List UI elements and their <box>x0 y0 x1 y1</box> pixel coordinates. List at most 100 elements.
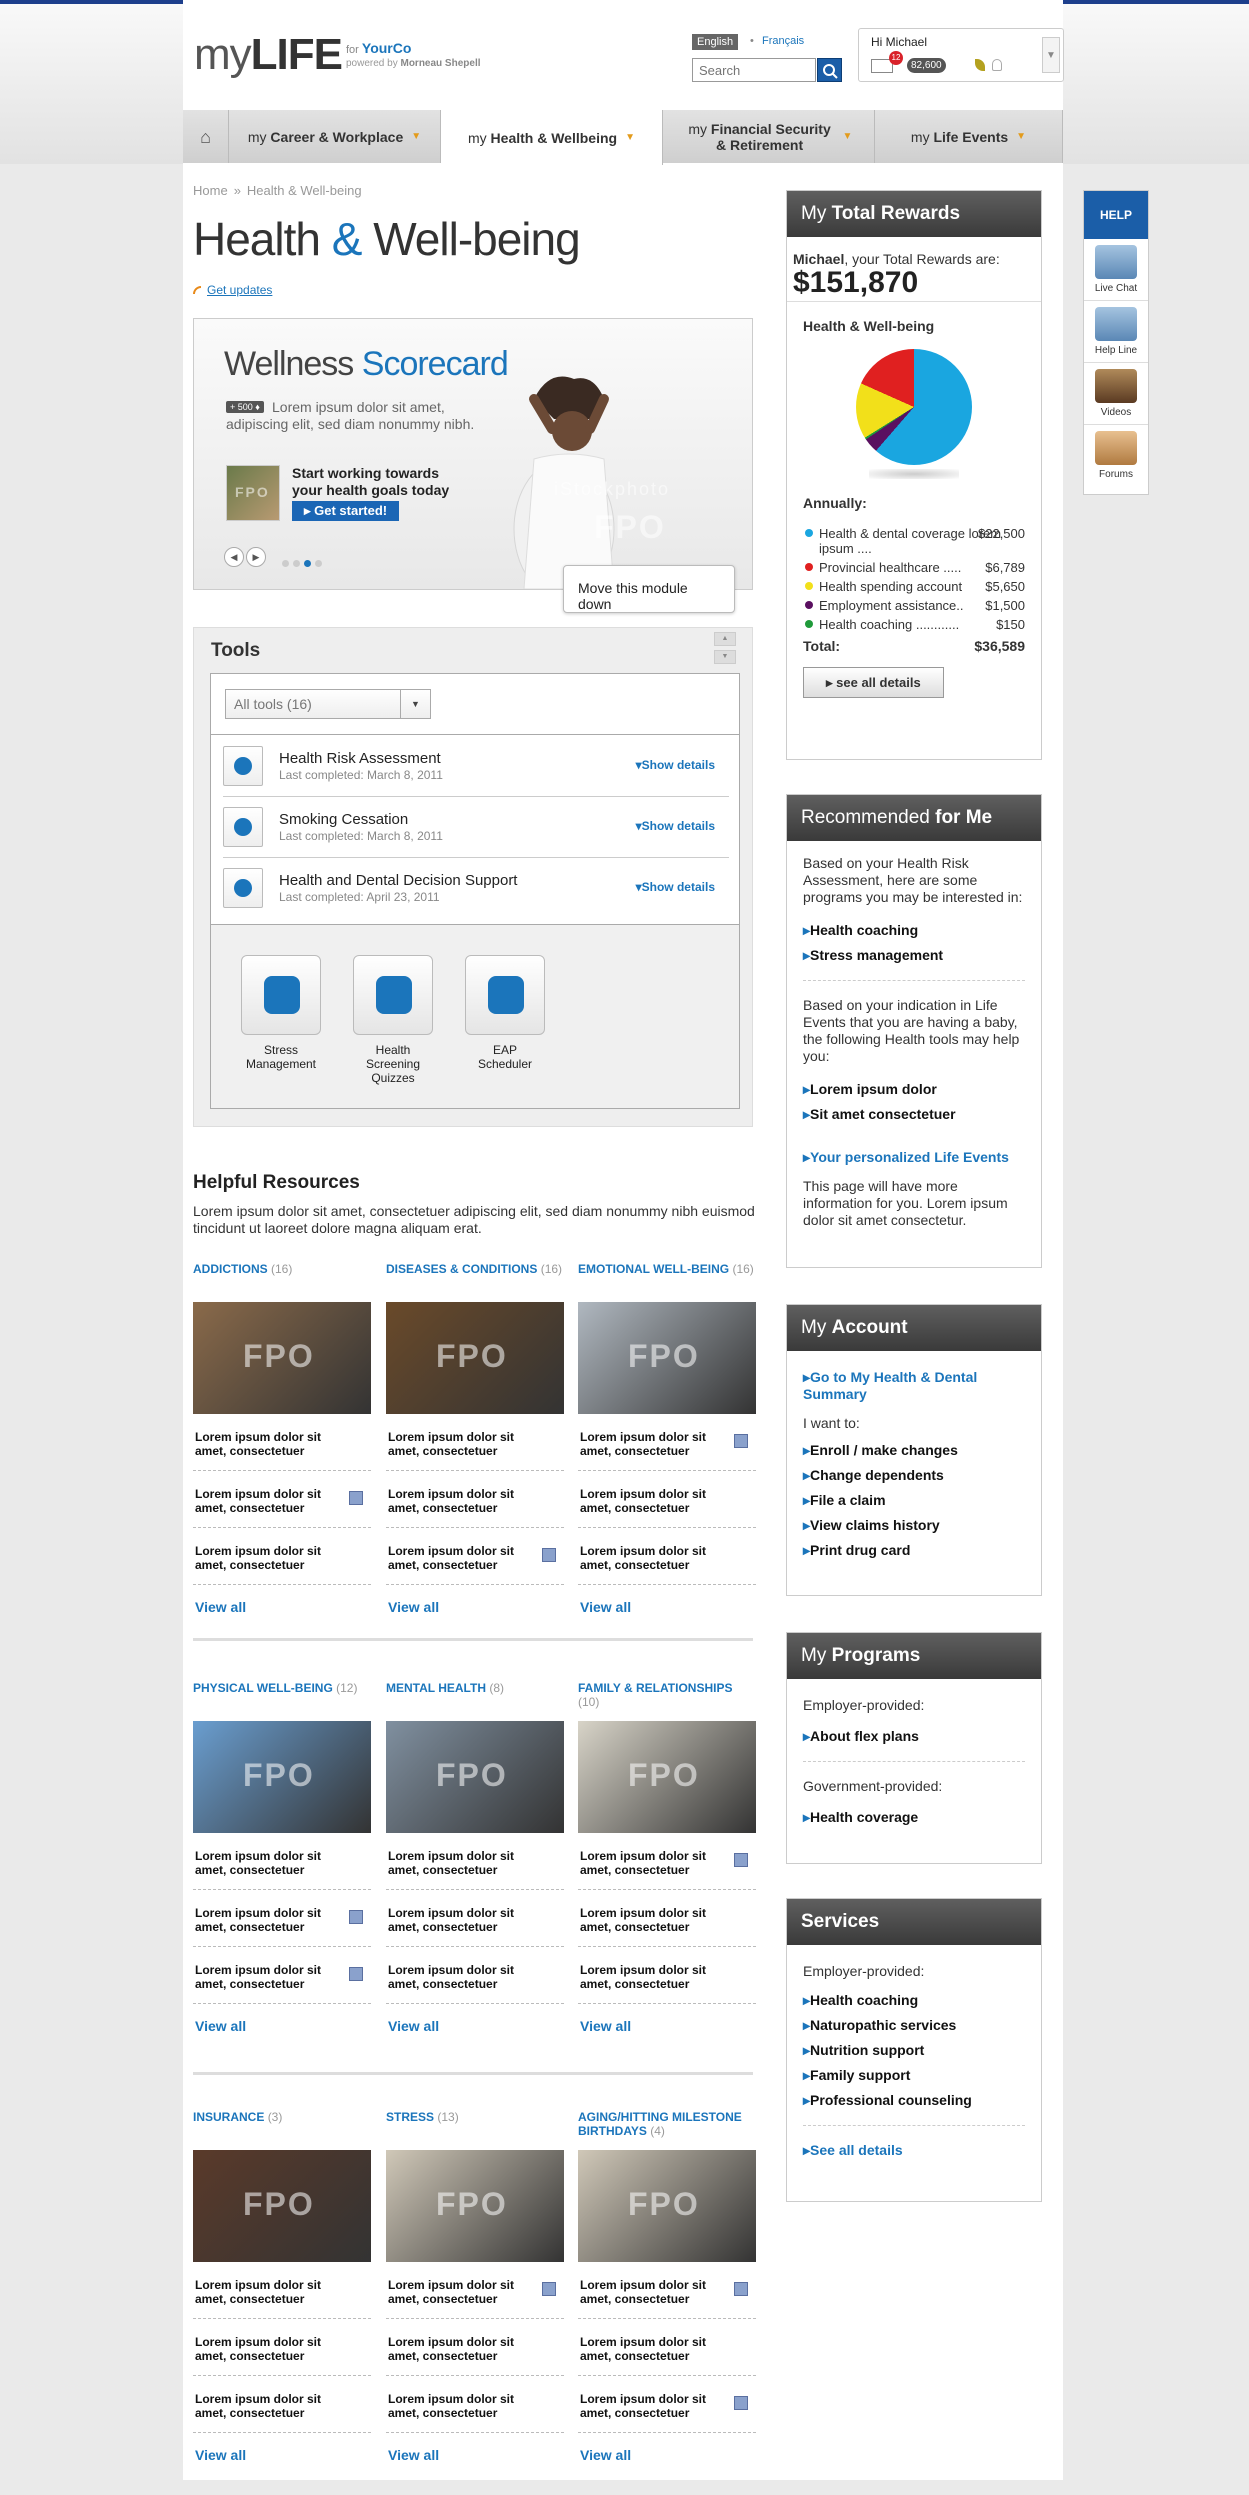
lang-french[interactable]: Français <box>762 35 804 47</box>
view-all-link[interactable]: View all <box>195 2447 371 2463</box>
tab-career[interactable]: my Career & Workplace ▼ <box>229 110 441 163</box>
resource-item[interactable]: Lorem ipsum dolor sit amet, consectetuer <box>386 1528 564 1585</box>
tab-life-events[interactable]: my Life Events ▼ <box>875 110 1063 163</box>
health-coverage-link[interactable]: Health coverage <box>803 1809 1025 1826</box>
resource-item[interactable]: Lorem ipsum dolor sit amet, consectetuer <box>386 1414 564 1471</box>
resource-item[interactable]: Lorem ipsum dolor sit amet, consectetuer <box>386 1890 564 1947</box>
rec-link[interactable]: Health coaching <box>803 922 1025 939</box>
category-link[interactable]: MENTAL HEALTH (8) <box>386 1681 564 1721</box>
category-image[interactable]: FPO <box>578 1721 756 1833</box>
resource-item[interactable]: Lorem ipsum dolor sit amet, consectetuer <box>578 2262 756 2319</box>
account-link[interactable]: File a claim <box>803 1492 1025 1509</box>
move-down-button[interactable]: ▼ <box>714 650 736 664</box>
resource-item[interactable]: Lorem ipsum dolor sit amet, consectetuer <box>578 1414 756 1471</box>
category-image[interactable]: FPO <box>386 2150 564 2262</box>
view-all-link[interactable]: View all <box>580 2018 756 2034</box>
carousel-prev-button[interactable]: ◀ <box>224 547 244 567</box>
breadcrumb-home[interactable]: Home <box>193 183 228 198</box>
show-details-link[interactable]: ▾Show details <box>636 880 715 894</box>
view-all-link[interactable]: View all <box>580 1599 756 1615</box>
tab-health[interactable]: my Health & Wellbeing ▼ <box>441 110 663 165</box>
service-link[interactable]: Health coaching <box>803 1992 1025 2009</box>
tool-row[interactable]: Smoking Cessation Last completed: March … <box>223 797 729 858</box>
category-image[interactable]: FPO <box>193 1302 371 1414</box>
resource-item[interactable]: Lorem ipsum dolor sit amet, consectetuer <box>578 1528 756 1585</box>
tools-filter-select[interactable]: All tools (16) ▼ <box>225 689 431 719</box>
life-events-link[interactable]: Your personalized Life Events <box>803 1149 1025 1166</box>
show-details-link[interactable]: ▾Show details <box>636 758 715 772</box>
category-link[interactable]: INSURANCE (3) <box>193 2110 371 2150</box>
account-link[interactable]: Enroll / make changes <box>803 1442 1025 1459</box>
forums-button[interactable]: Forums <box>1084 425 1148 487</box>
health-dental-summary-link[interactable]: Go to My Health & Dental Summary <box>803 1369 983 1403</box>
resource-item[interactable]: Lorem ipsum dolor sit amet, consectetuer <box>193 1833 371 1890</box>
category-link[interactable]: PHYSICAL WELL-BEING (12) <box>193 1681 371 1721</box>
resource-item[interactable]: Lorem ipsum dolor sit amet, consectetuer <box>578 2376 756 2433</box>
service-link[interactable]: Professional counseling <box>803 2092 1025 2109</box>
service-link[interactable]: Naturopathic services <box>803 2017 1025 2034</box>
resource-item[interactable]: Lorem ipsum dolor sit amet, consectetuer <box>193 2319 371 2376</box>
leaf-icon[interactable] <box>975 59 985 71</box>
category-image[interactable]: FPO <box>193 2150 371 2262</box>
resource-item[interactable]: Lorem ipsum dolor sit amet, consectetuer <box>578 2319 756 2376</box>
lang-english[interactable]: English <box>692 34 739 50</box>
category-image[interactable]: FPO <box>193 1721 371 1833</box>
rec-link[interactable]: Lorem ipsum dolor <box>803 1081 1025 1098</box>
category-image[interactable]: FPO <box>386 1721 564 1833</box>
get-started-button[interactable]: ▸ Get started! <box>292 501 400 521</box>
account-link[interactable]: Print drug card <box>803 1542 1025 1559</box>
service-link[interactable]: Family support <box>803 2067 1025 2084</box>
mylife-logo[interactable]: myLIFE <box>194 30 343 80</box>
tab-financial[interactable]: my Financial Security & Retirement ▼ <box>663 110 875 163</box>
category-link[interactable]: AGING/HITTING MILESTONE BIRTHDAYS (4) <box>578 2110 756 2150</box>
tool-name[interactable]: Smoking Cessation <box>279 811 408 828</box>
resource-item[interactable]: Lorem ipsum dolor sit amet, consectetuer <box>193 1471 371 1528</box>
service-link[interactable]: Nutrition support <box>803 2042 1025 2059</box>
resource-item[interactable]: Lorem ipsum dolor sit amet, consectetuer <box>578 1947 756 2004</box>
category-image[interactable]: FPO <box>386 1302 564 1414</box>
view-all-link[interactable]: View all <box>580 2447 756 2463</box>
home-tab[interactable]: ⌂ <box>183 110 229 163</box>
tool-tile-screening[interactable]: Health Screening Quizzes <box>353 955 433 1085</box>
account-link[interactable]: Change dependents <box>803 1467 1025 1484</box>
rec-link[interactable]: Sit amet consectetuer <box>803 1106 1025 1123</box>
resource-item[interactable]: Lorem ipsum dolor sit amet, consectetuer <box>386 2319 564 2376</box>
search-input[interactable] <box>692 58 816 82</box>
chevron-down-icon[interactable]: ▼ <box>1042 37 1060 73</box>
view-all-link[interactable]: View all <box>195 2018 371 2034</box>
move-up-button[interactable]: ▲ <box>714 632 736 646</box>
category-link[interactable]: EMOTIONAL WELL-BEING (16) <box>578 1262 756 1302</box>
carousel-dots[interactable] <box>282 554 326 572</box>
carousel-next-button[interactable]: ▶ <box>246 547 266 567</box>
help-line-button[interactable]: Help Line <box>1084 301 1148 363</box>
resource-item[interactable]: Lorem ipsum dolor sit amet, consectetuer <box>578 1471 756 1528</box>
live-chat-button[interactable]: Live Chat <box>1084 239 1148 301</box>
resource-item[interactable]: Lorem ipsum dolor sit amet, consectetuer <box>193 2376 371 2433</box>
tool-tile-stress[interactable]: Stress Management <box>241 955 321 1071</box>
category-image[interactable]: FPO <box>578 2150 756 2262</box>
resource-item[interactable]: Lorem ipsum dolor sit amet, consectetuer <box>386 1947 564 2004</box>
see-all-details-button[interactable]: ▸ see all details <box>803 667 944 698</box>
resource-item[interactable]: Lorem ipsum dolor sit amet, consectetuer <box>386 1471 564 1528</box>
resource-item[interactable]: Lorem ipsum dolor sit amet, consectetuer <box>386 2376 564 2433</box>
resource-item[interactable]: Lorem ipsum dolor sit amet, consectetuer <box>386 1833 564 1890</box>
resource-item[interactable]: Lorem ipsum dolor sit amet, consectetuer <box>578 1890 756 1947</box>
view-all-link[interactable]: View all <box>388 2018 564 2034</box>
rec-link[interactable]: Stress management <box>803 947 1025 964</box>
resource-item[interactable]: Lorem ipsum dolor sit amet, consectetuer <box>193 1414 371 1471</box>
resource-item[interactable]: Lorem ipsum dolor sit amet, consectetuer <box>386 2262 564 2319</box>
view-all-link[interactable]: View all <box>195 1599 371 1615</box>
tool-name[interactable]: Health and Dental Decision Support <box>279 872 517 889</box>
category-link[interactable]: STRESS (13) <box>386 2110 564 2150</box>
person-icon[interactable] <box>992 59 1002 71</box>
resource-item[interactable]: Lorem ipsum dolor sit amet, consectetuer <box>193 1947 371 2004</box>
view-all-link[interactable]: View all <box>388 2447 564 2463</box>
resource-item[interactable]: Lorem ipsum dolor sit amet, consectetuer <box>193 1890 371 1947</box>
get-updates-link[interactable]: Get updates <box>193 283 272 297</box>
tool-name[interactable]: Health Risk Assessment <box>279 750 441 767</box>
resource-item[interactable]: Lorem ipsum dolor sit amet, consectetuer <box>193 2262 371 2319</box>
tool-tile-eap[interactable]: EAP Scheduler <box>465 955 545 1071</box>
show-details-link[interactable]: ▾Show details <box>636 819 715 833</box>
flex-plans-link[interactable]: About flex plans <box>803 1728 1025 1745</box>
account-link[interactable]: View claims history <box>803 1517 1025 1534</box>
